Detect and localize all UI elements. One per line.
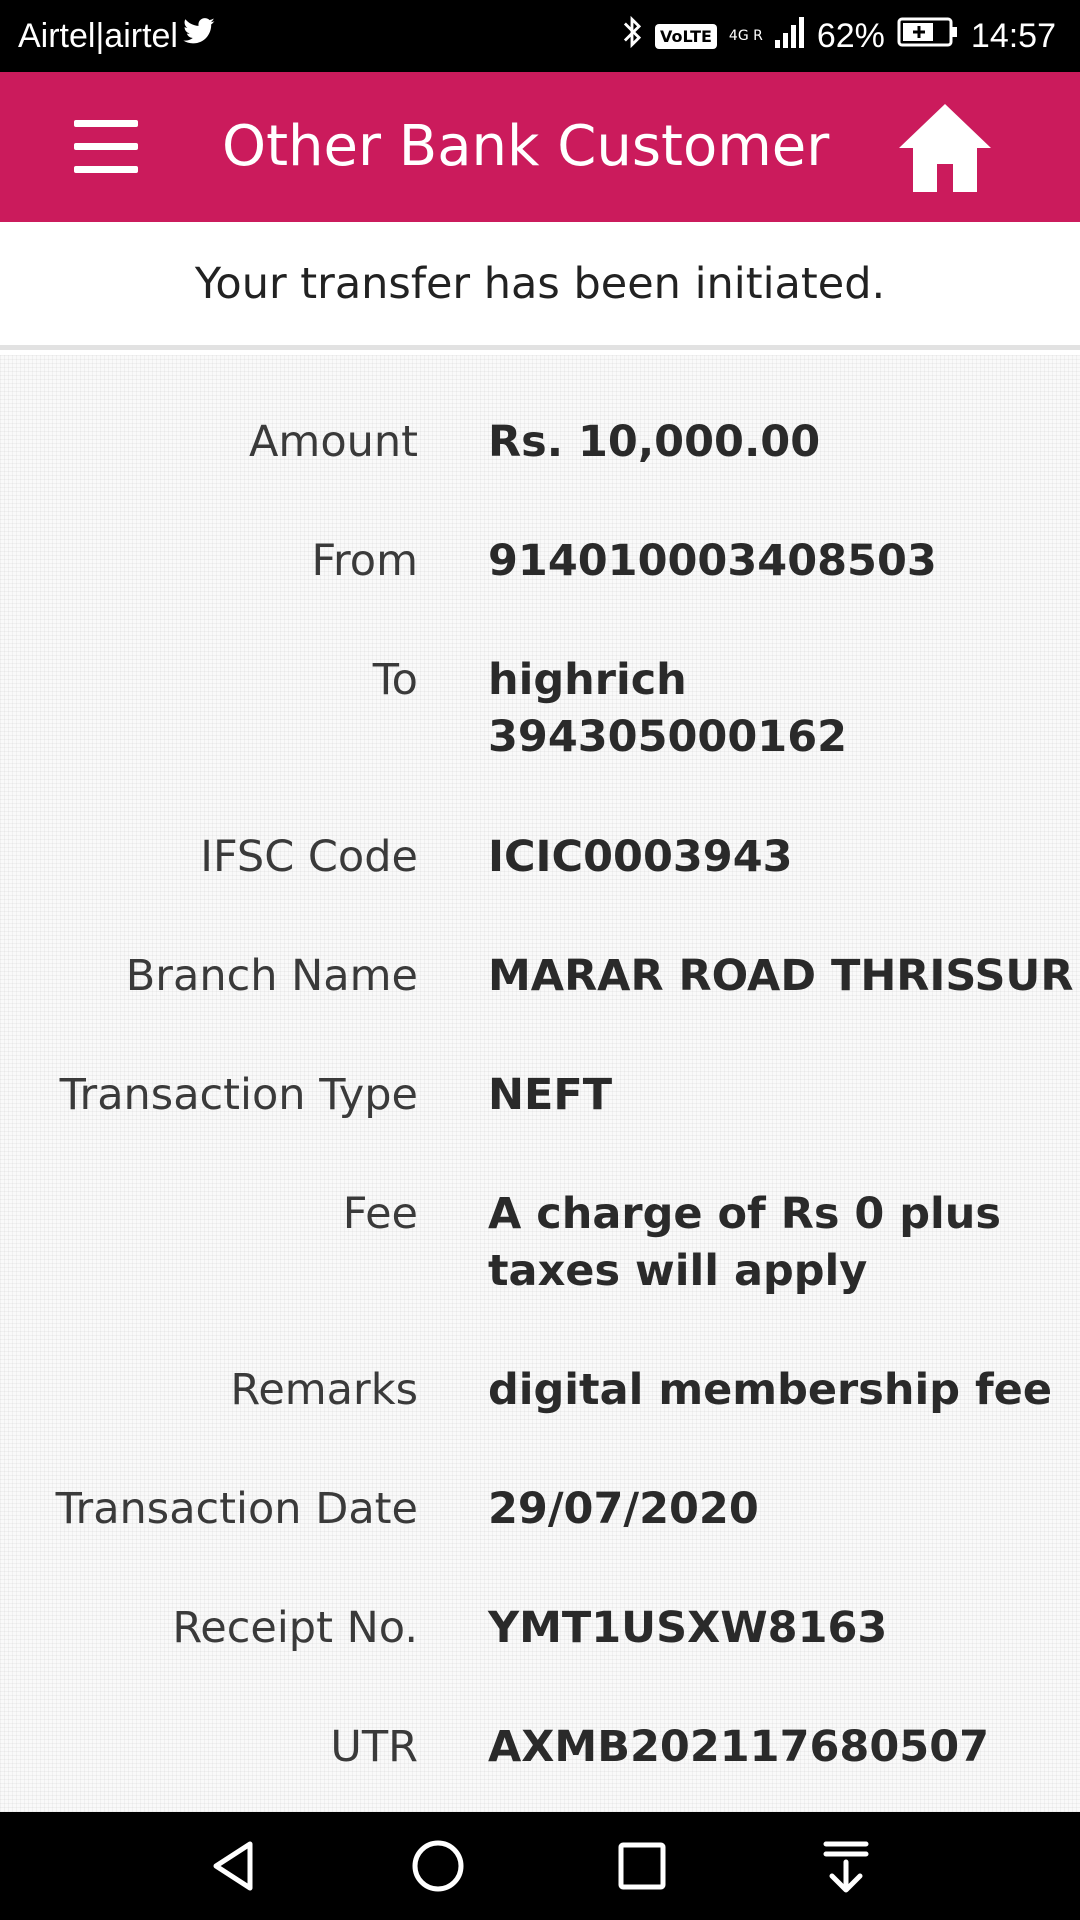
transaction-type-value: NEFT	[488, 1070, 613, 1120]
detail-value: NEFT	[488, 1067, 1068, 1124]
amount-value: Rs. 10,000.00	[488, 417, 821, 467]
detail-label: Branch Name	[125, 951, 418, 1001]
detail-value: 29/07/2020	[488, 1481, 1068, 1538]
payee-account-value: 394305000162	[488, 712, 848, 762]
detail-value: ICIC0003943	[488, 829, 1068, 886]
hamburger-menu-icon[interactable]	[62, 112, 150, 182]
confirmation-message: Your transfer has been initiated.	[0, 222, 1080, 350]
status-right: VoLTE 4G R 62% 14:57	[621, 0, 1056, 72]
status-bar: Airtel|airtel VoLTE 4G R 62% 14:57	[0, 0, 1080, 72]
payee-name-value: highrich	[488, 655, 687, 705]
bluetooth-icon	[621, 15, 643, 58]
detail-label: IFSC Code	[200, 832, 418, 882]
detail-value: highrich 394305000162	[488, 652, 1068, 766]
recents-icon[interactable]	[612, 1836, 672, 1896]
detail-label: From	[311, 536, 418, 586]
detail-value: MARAR ROAD THRISSUR	[488, 948, 1074, 1005]
page-title: Other Bank Customer	[222, 114, 830, 179]
fee-value-line-2: taxes will apply	[488, 1246, 868, 1296]
detail-value: digital membership fee	[488, 1362, 1068, 1419]
battery-percentage: 62%	[816, 16, 885, 55]
confirmation-text: Your transfer has been initiated.	[194, 258, 886, 309]
detail-value: Rs. 10,000.00	[488, 414, 1068, 471]
home-icon[interactable]	[895, 100, 995, 196]
detail-label: Remarks	[230, 1365, 418, 1415]
signal-icon	[774, 16, 805, 57]
network-type: 4G R	[728, 28, 763, 44]
detail-label: Transaction Type	[59, 1070, 418, 1120]
detail-label: To	[372, 655, 418, 705]
back-icon[interactable]	[204, 1836, 264, 1896]
detail-value: YMT1USXW8163	[488, 1600, 1068, 1657]
detail-label: Transaction Date	[55, 1484, 418, 1534]
remarks-value: digital membership fee	[488, 1365, 1052, 1415]
volte-badge: VoLTE	[655, 23, 717, 49]
detail-value: A charge of Rs 0 plus taxes will apply	[488, 1186, 1068, 1300]
detail-value: AXMB202117680507	[488, 1719, 1068, 1776]
fee-value-line-1: A charge of Rs 0 plus	[488, 1189, 1001, 1239]
app-bar: Other Bank Customer	[0, 72, 1080, 222]
from-account-value: 914010003408503	[488, 536, 937, 586]
transaction-details: Amount Rs. 10,000.00 From 91401000340850…	[0, 355, 1080, 1812]
utr-value: AXMB202117680507	[488, 1722, 990, 1772]
branch-value: MARAR ROAD THRISSUR	[488, 951, 1074, 1001]
home-circle-icon[interactable]	[408, 1836, 468, 1896]
clock: 14:57	[970, 16, 1056, 55]
carrier-name: Airtel|airtel	[18, 16, 178, 55]
ifsc-value: ICIC0003943	[488, 832, 793, 882]
receipt-no-value: YMT1USXW8163	[488, 1603, 888, 1653]
transaction-date-value: 29/07/2020	[488, 1484, 759, 1534]
status-left: Airtel|airtel	[18, 0, 216, 72]
notification-pull-icon[interactable]	[816, 1836, 876, 1896]
detail-label: UTR	[330, 1722, 418, 1772]
battery-icon	[897, 17, 959, 56]
detail-label: Receipt No.	[172, 1603, 418, 1653]
detail-value: 914010003408503	[488, 533, 1068, 590]
system-nav-bar	[0, 1812, 1080, 1920]
twitter-icon	[182, 17, 216, 56]
detail-label: Amount	[249, 417, 418, 467]
detail-label: Fee	[342, 1189, 418, 1239]
